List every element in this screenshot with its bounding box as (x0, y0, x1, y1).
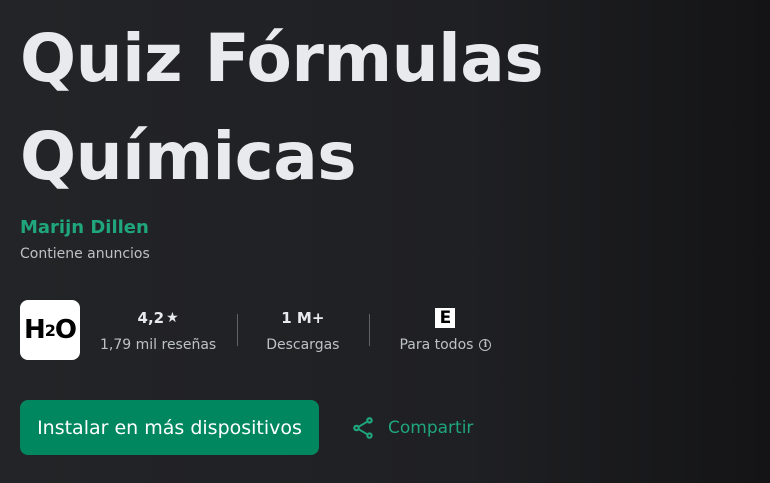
rating-stat: 4,2 ★ 1,79 mil reseñas (100, 307, 216, 353)
downloads-value: 1 M+ (281, 309, 325, 327)
ads-notice: Contiene anuncios (20, 246, 150, 262)
app-title: Quiz Fórmulas Químicas (20, 10, 544, 206)
downloads-stat: 1 M+ Descargas (266, 307, 339, 353)
content-rating-stat: E Para todos i (399, 307, 492, 353)
share-label: Compartir (388, 418, 474, 438)
install-button[interactable]: Instalar en más dispositivos (20, 400, 319, 455)
app-icon-o: O (54, 315, 77, 345)
app-title-line-1: Quiz Fórmulas (20, 20, 544, 97)
downloads-label: Descargas (266, 337, 340, 353)
share-button[interactable]: Compartir (350, 410, 473, 446)
developer-link[interactable]: Marijn Dillen (20, 217, 149, 238)
app-icon-sub: 2 (44, 320, 56, 340)
app-icon: H2O (20, 300, 80, 360)
esrb-everyone-icon: E (435, 308, 456, 328)
info-icon[interactable]: i (479, 339, 492, 351)
app-icon-h: H (23, 315, 46, 345)
rating-value: 4,2 (137, 309, 165, 327)
stat-divider (369, 314, 371, 346)
app-title-line-2: Químicas (20, 118, 357, 195)
content-rating-label: Para todos (399, 337, 474, 353)
stat-divider (237, 314, 239, 346)
reviews-count: 1,79 mil reseñas (100, 337, 217, 353)
star-icon: ★ (166, 310, 179, 326)
share-icon (353, 417, 373, 439)
app-stats-row: H2O 4,2 ★ 1,79 mil reseñas 1 M+ Descarga… (20, 300, 492, 360)
